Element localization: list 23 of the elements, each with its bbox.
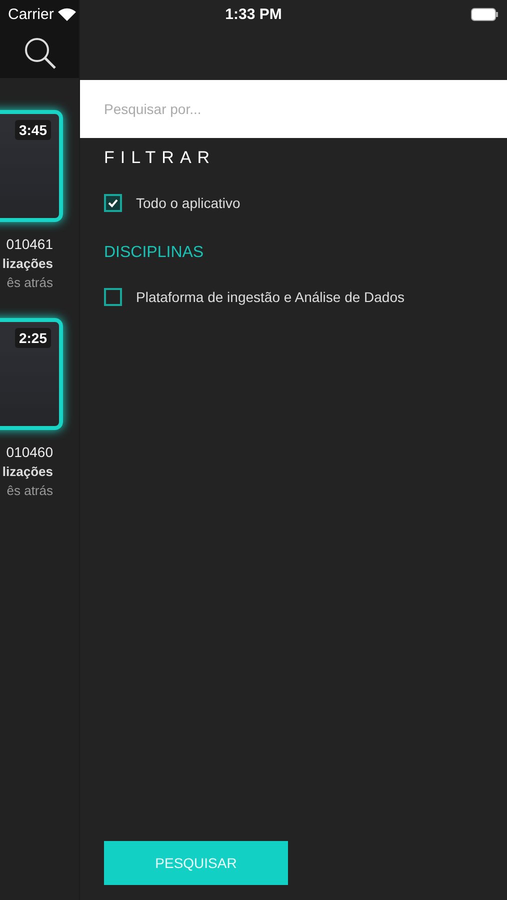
checkbox[interactable] — [104, 288, 122, 306]
carrier-label: Carrier — [8, 6, 54, 22]
video-title: 010461 — [6, 236, 53, 252]
checkmark-icon — [107, 197, 119, 209]
clock: 1:33 PM — [224, 6, 283, 22]
video-date: ês atrás — [6, 275, 53, 290]
video-card[interactable]: 3:45 — [0, 110, 63, 222]
search-field[interactable]: Pesquisar por... — [80, 80, 507, 138]
checkbox[interactable] — [104, 194, 122, 212]
video-subtitle: lizações — [2, 256, 53, 271]
duration-badge: 2:25 — [14, 328, 51, 348]
video-card[interactable]: 2:25 — [0, 318, 63, 430]
wifi-icon — [58, 8, 76, 20]
option-label: Todo o aplicativo — [136, 195, 240, 211]
battery-icon — [471, 8, 499, 20]
filter-title: FILTRAR — [104, 148, 217, 168]
video-date: ês atrás — [6, 483, 53, 498]
section-title: DISCIPLINAS — [104, 244, 205, 262]
video-title: 010460 — [6, 444, 53, 460]
duration-badge: 3:45 — [14, 120, 51, 140]
search-icon[interactable] — [22, 36, 56, 70]
video-subtitle: lizações — [2, 464, 53, 479]
option-label: Plataforma de ingestão e Análise de Dados — [136, 289, 405, 305]
